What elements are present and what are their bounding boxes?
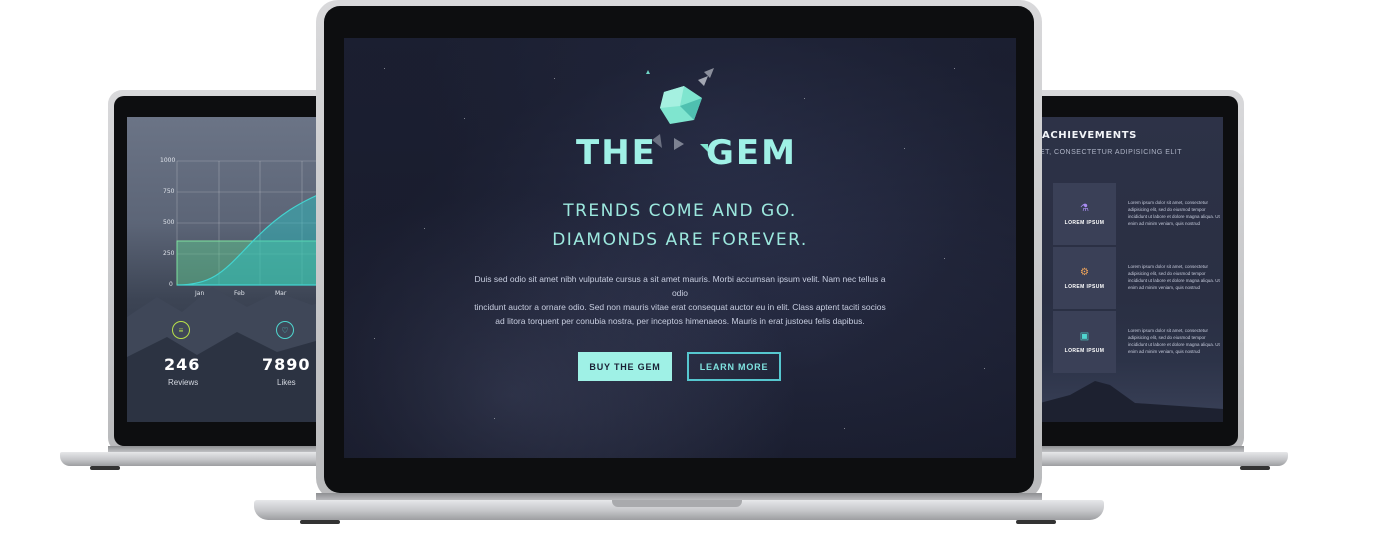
star xyxy=(804,98,805,99)
gem-logo-icon xyxy=(646,68,714,152)
star xyxy=(954,68,955,69)
mountain-background xyxy=(1040,381,1223,422)
star xyxy=(844,428,845,429)
x-tick-feb: Feb xyxy=(234,290,245,297)
star xyxy=(494,418,495,419)
star xyxy=(374,338,375,339)
center-laptop-foot xyxy=(1016,520,1056,524)
y-tick-250: 250 xyxy=(163,250,175,257)
star xyxy=(424,228,425,229)
y-tick-0: 0 xyxy=(169,281,173,288)
x-tick-mar: Mar xyxy=(275,290,287,297)
star xyxy=(944,258,945,259)
tagline-line-2: DIAMONDS ARE FOREVER. xyxy=(552,230,808,250)
center-laptop-foot xyxy=(300,520,340,524)
y-tick-750: 750 xyxy=(163,188,175,195)
area-chart xyxy=(176,160,337,286)
stat-reviews-value: 246 xyxy=(164,355,201,374)
gear-icon: ⚙ xyxy=(1080,266,1089,278)
right-laptop-screen: ACHIEVEMENTS ET, CONSECTETUR ADIPISICING… xyxy=(1040,117,1223,422)
x-tick-jan: Jan xyxy=(195,290,205,297)
star xyxy=(554,78,555,79)
stat-likes-label: Likes xyxy=(277,378,296,387)
achievement-text: Lorem ipsum dolor sit amet, consectetur … xyxy=(1128,328,1220,354)
star xyxy=(464,118,465,119)
list-icon: ≡ xyxy=(172,321,190,339)
tagline-line-1: TRENDS COME AND GO. xyxy=(563,201,797,221)
hero-description-line: tincidunt auctor a ornare odio. Sed non … xyxy=(474,302,886,312)
achievements-subtitle: ET, CONSECTETUR ADIPISICING ELIT xyxy=(1040,149,1183,156)
achievement-card[interactable]: ▣ LOREM IPSUM xyxy=(1053,311,1116,373)
achievement-card[interactable]: ⚙ LOREM IPSUM xyxy=(1053,247,1116,309)
monitor-icon: ▣ xyxy=(1079,330,1090,342)
achievement-label: LOREM IPSUM xyxy=(1064,219,1105,226)
achievement-label: LOREM IPSUM xyxy=(1064,283,1105,290)
star xyxy=(384,68,385,69)
heart-icon: ♡ xyxy=(276,321,294,339)
achievement-card[interactable]: ⚗ LOREM IPSUM xyxy=(1053,183,1116,245)
hero-description: Duis sed odio sit amet nibh vulputate cu… xyxy=(470,272,890,328)
achievements-title: ACHIEVEMENTS xyxy=(1042,130,1137,141)
achievement-text: Lorem ipsum dolor sit amet, consectetur … xyxy=(1128,264,1220,290)
stat-reviews-label: Reviews xyxy=(168,378,199,387)
hero-description-line: Duis sed odio sit amet nibh vulputate cu… xyxy=(474,274,886,298)
star xyxy=(984,368,985,369)
y-tick-500: 500 xyxy=(163,219,175,226)
hero-description-line: ad litora torquent per conubia nostra, p… xyxy=(495,316,865,326)
left-laptop-screen: 1000 750 500 250 0 Jan Feb Mar ≡ 246 Rev… xyxy=(127,117,337,422)
award-icon: ⚗ xyxy=(1080,202,1089,214)
logo-text-right: GEM xyxy=(706,133,797,173)
left-laptop-base xyxy=(60,452,350,466)
right-laptop-base xyxy=(1030,452,1288,466)
right-laptop-foot xyxy=(1240,466,1270,470)
center-laptop-screen: THE GEM TRENDS COME AND GO. DIAMONDS ARE… xyxy=(344,38,1016,458)
star xyxy=(904,148,905,149)
buy-the-gem-button[interactable]: BUY THE GEM xyxy=(578,352,672,381)
achievement-label: LOREM IPSUM xyxy=(1064,347,1105,354)
achievement-text: Lorem ipsum dolor sit amet, consectetur … xyxy=(1128,200,1220,226)
left-laptop-foot xyxy=(90,466,120,470)
stat-likes-value: 7890 xyxy=(262,355,311,374)
y-tick-1000: 1000 xyxy=(160,157,176,164)
learn-more-button[interactable]: LEARN MORE xyxy=(687,352,781,381)
center-laptop-notch xyxy=(612,500,742,507)
